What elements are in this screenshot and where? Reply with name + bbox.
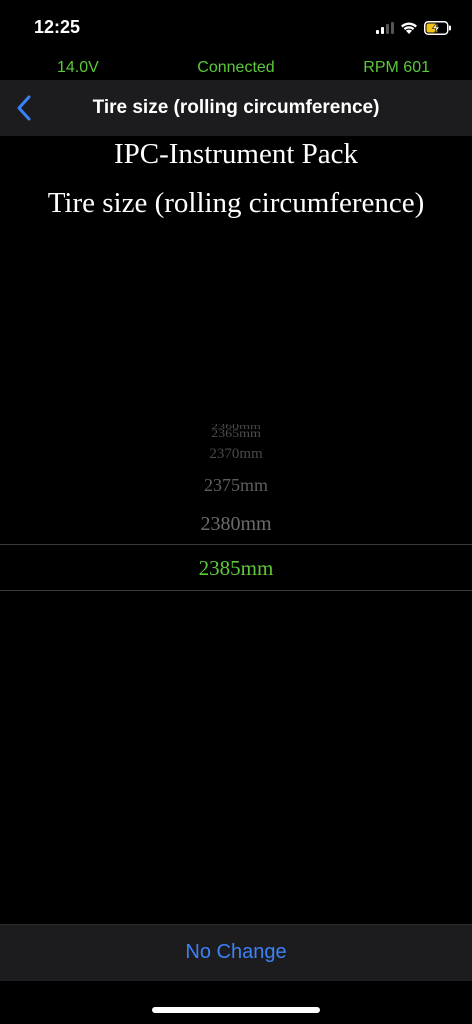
chevron-left-icon [17, 95, 31, 121]
picker-option[interactable]: 2380mm [0, 513, 472, 536]
status-bar: 12:25 [0, 0, 472, 56]
picker-option[interactable]: 2365mm [0, 428, 472, 441]
tire-size-picker[interactable]: 2360mm 2365mm 2370mm 2375mm 2380mm 2385m… [0, 420, 472, 600]
setting-heading: Tire size (rolling circumference) [47, 187, 425, 219]
picker-option[interactable]: 2375mm [0, 475, 472, 496]
nav-title: Tire size (rolling circumference) [92, 97, 380, 118]
no-change-button[interactable]: No Change [0, 941, 472, 964]
picker-selection-top-divider [0, 544, 472, 545]
battery-charging-icon [424, 21, 451, 35]
status-icons [376, 18, 452, 38]
cellular-signal-icon [376, 22, 394, 34]
navigation-bar: Tire size (rolling circumference) [0, 80, 472, 136]
picker-selection-bottom-divider [0, 590, 472, 591]
battery-voltage: 14.0V [57, 59, 99, 76]
engine-rpm: RPM 601 [363, 59, 430, 76]
device-heading: IPC-Instrument Pack [113, 138, 359, 170]
status-time: 12:25 [34, 17, 81, 37]
back-button[interactable] [6, 90, 42, 126]
vehicle-info-bar: Connected 14.0V RPM 601 [0, 56, 472, 80]
wifi-icon [401, 22, 417, 34]
picker-option[interactable]: 2370mm [0, 446, 472, 463]
bottom-action-bar: No Change [0, 924, 472, 981]
picker-selected-option[interactable]: 2385mm [0, 556, 472, 581]
home-indicator[interactable] [152, 1007, 320, 1013]
